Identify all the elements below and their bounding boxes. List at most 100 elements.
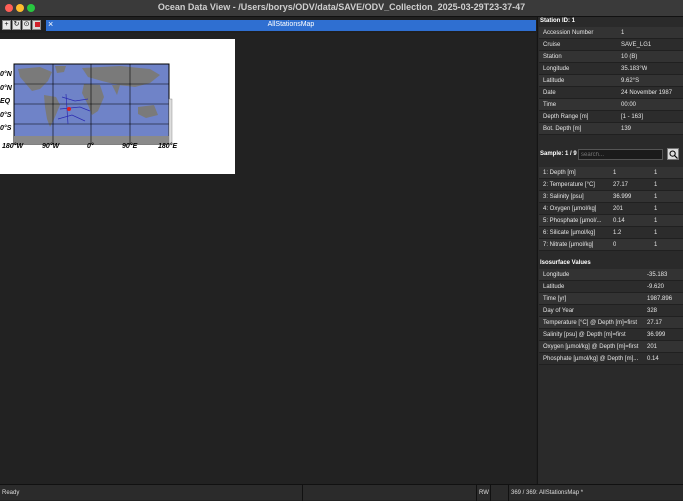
window-title: Ocean Data View - /Users/borys/ODV/data/… [157,2,526,12]
row-flag: 1 [654,242,658,248]
table-row[interactable]: Day of Year 328 [539,305,683,317]
lon-label: 180°E [158,143,178,150]
row-value: -35.183 [647,272,668,278]
toolbar: + ↻ ⊙ [0,18,44,34]
table-row[interactable]: Oxygen [µmol/kg] @ Depth [m]=first 201 [539,341,683,353]
table-row[interactable]: Latitude 9.62°S [539,75,683,87]
row-key: Phosphate [µmol/kg] @ Depth [m]... [543,356,639,362]
status-mode: RW [477,485,491,501]
row-key: Station [543,54,562,60]
table-row[interactable]: 7: Nitrate [µmol/kg] 0 1 [539,239,683,251]
row-value: 27.17 [613,182,629,188]
row-key: 7: Nitrate [µmol/kg] [543,242,594,248]
isosurface-header: Isosurface Values [540,260,591,266]
row-value: 9.62°S [621,78,640,84]
search-icon [669,150,678,159]
table-row[interactable]: Phosphate [µmol/kg] @ Depth [m]... 0.14 [539,353,683,365]
row-value: 35.183°W [621,66,648,72]
lat-label: 0°N [0,85,12,92]
row-flag: 1 [654,230,658,236]
station-header: Station ID: 1 [540,18,576,24]
odv-window: Ocean Data View - /Users/borys/ODV/data/… [0,0,683,501]
sample-bar: Sample: 1 / 9 [538,147,683,162]
table-row[interactable]: Station 10 (B) [539,51,683,63]
status-view: 369 / 369: AllStationsMap * [511,490,584,496]
search-input[interactable] [578,149,663,160]
table-row[interactable]: 4: Oxygen [µmol/kg] 201 1 [539,203,683,215]
isosurface-table: Longitude -35.183 Latitude -9.620 Time [yr] 1… [539,269,683,365]
lat-label: 0°S [0,125,12,132]
row-key: Longitude [543,66,570,72]
table-row[interactable]: Latitude -9.620 [539,281,683,293]
sample-table: 1: Depth [m] 1 1 2: Temperature [°C] 27.17 1 3… [539,167,683,251]
table-row[interactable]: Longitude -35.183 [539,269,683,281]
row-value: 36.999 [613,194,632,200]
row-value: 0.14 [647,356,659,362]
row-key: Bot. Depth [m] [543,126,582,132]
zoom-icon[interactable]: ⊙ [22,20,31,30]
canvas-tab-title: AllStationsMap [267,21,315,28]
lat-label: 0°N [0,71,12,78]
table-row[interactable]: Accession Number 1 [539,27,683,39]
row-value: 201 [613,206,624,212]
world-map[interactable] [0,39,235,174]
row-value: -9.620 [647,284,665,290]
selected-station-marker [67,107,71,111]
table-row[interactable]: Cruise SAVE_LG1 [539,39,683,51]
row-key: Time [543,102,557,108]
status-message: Ready [0,485,303,501]
status-bar: Ready RW 369 / 369: AllStationsMap * [0,484,683,501]
row-value: 139 [621,126,632,132]
lon-label: 90°W [42,143,60,150]
row-key: Depth Range [m] [543,114,589,120]
row-value: 0 [613,242,617,248]
station-map[interactable]: 0°N 0°N EQ 0°S 0°S 180°W 90°W 0° 90°E 18… [0,39,235,174]
row-key: Latitude [543,284,565,290]
row-flag: 1 [654,182,658,188]
row-key: 4: Oxygen [µmol/kg] [543,206,597,212]
lat-label: EQ [0,98,11,105]
reload-icon[interactable]: ↻ [12,20,21,30]
row-value: 00:00 [621,102,637,108]
table-row[interactable]: Time [yr] 1987.896 [539,293,683,305]
canvas-tab[interactable]: × AllStationsMap [46,19,536,31]
row-flag: 1 [654,170,658,176]
row-key: Accession Number [543,30,594,36]
lon-label: 180°W [2,143,24,150]
table-row[interactable]: 5: Phosphate [µmol/... 0.14 1 [539,215,683,227]
flag-icon[interactable] [32,20,41,30]
lon-label: 0° [87,143,94,150]
table-row[interactable]: Salinity [psu] @ Depth [m]=first 36.999 [539,329,683,341]
row-value: 1 [613,170,617,176]
row-key: 1: Depth [m] [543,170,576,176]
add-icon[interactable]: + [2,20,11,30]
row-value: 328 [647,308,658,314]
scale-bar [168,98,173,145]
table-row[interactable]: Date 24 November 1987 [539,87,683,99]
table-row[interactable]: Time 00:00 [539,99,683,111]
row-key: Latitude [543,78,565,84]
row-value: 10 (B) [621,54,638,60]
info-panel: Station ID: 1 Accession Number 1 Cruise SAV… [537,17,683,484]
row-key: Longitude [543,272,570,278]
row-key: Salinity [psu] @ Depth [m]=first [543,332,626,338]
table-row[interactable]: 3: Salinity [psu] 36.999 1 [539,191,683,203]
row-value: 201 [647,344,658,350]
table-row[interactable]: Temperature [°C] @ Depth [m]=first 27.17 [539,317,683,329]
search-button[interactable] [667,148,679,160]
row-value: [1 - 163] [621,114,644,120]
table-row[interactable]: 2: Temperature [°C] 27.17 1 [539,179,683,191]
table-row[interactable]: 6: Silicate [µmol/kg] 1.2 1 [539,227,683,239]
row-key: 5: Phosphate [µmol/... [543,218,602,224]
table-row[interactable]: Depth Range [m] [1 - 163] [539,111,683,123]
row-value: 1987.896 [647,296,673,302]
table-row[interactable]: Bot. Depth [m] 139 [539,123,683,135]
table-row[interactable]: Longitude 35.183°W [539,63,683,75]
row-flag: 1 [654,218,658,224]
row-key: 2: Temperature [°C] [543,182,595,188]
row-key: 6: Silicate [µmol/kg] [543,230,596,236]
row-key: Temperature [°C] @ Depth [m]=first [543,320,638,326]
row-value: 36.999 [647,332,666,338]
table-row[interactable]: 1: Depth [m] 1 1 [539,167,683,179]
status-spacer [303,485,477,501]
